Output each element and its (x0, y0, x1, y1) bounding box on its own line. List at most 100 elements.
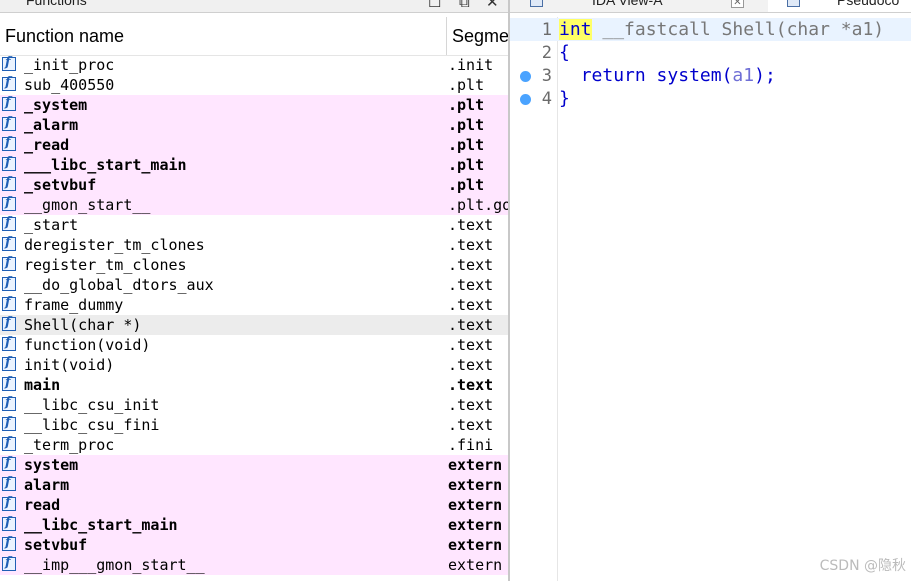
function-segment: extern (448, 516, 503, 534)
function-name: read (24, 496, 61, 514)
tab-strip: IDA View-A ✕ Pseudoco (510, 0, 911, 13)
close-icon[interactable]: ✕ (486, 0, 499, 11)
column-header-segment[interactable]: Segme (452, 26, 508, 47)
keyword-int: int (559, 19, 592, 40)
function-segment: .text (448, 316, 494, 334)
function-name: setvbuf (24, 536, 88, 554)
functions-pane: Functions ☐ ⧉ ✕ Function name Segme f _in… (0, 0, 508, 581)
function-row[interactable]: f _init_proc .init (0, 55, 508, 75)
function-row[interactable]: f _alarm .plt (0, 115, 508, 135)
function-row[interactable]: f ___libc_start_main .plt (0, 155, 508, 175)
function-row[interactable]: f sub_400550 .plt (0, 75, 508, 95)
function-row[interactable]: f read extern (0, 495, 508, 515)
function-row[interactable]: f setvbuf extern (0, 535, 508, 555)
function-row[interactable]: f _start .text (0, 215, 508, 235)
function-segment: .text (448, 276, 494, 294)
function-icon: f (2, 55, 16, 71)
open-brace: { (559, 42, 570, 63)
function-icon: f (2, 295, 16, 311)
breakpoint-dot-icon[interactable] (520, 71, 531, 82)
function-segment: .text (448, 416, 494, 434)
tab-ida-view-a[interactable]: IDA View-A (592, 0, 663, 8)
function-row[interactable]: f __imp___gmon_start__ extern (0, 555, 508, 575)
function-icon: f (2, 275, 16, 291)
function-icon: f (2, 215, 16, 231)
code-line-1[interactable]: 1 int __fastcall Shell(char *a1) (510, 18, 911, 41)
column-divider[interactable] (446, 17, 447, 55)
function-row[interactable]: f system extern (0, 455, 508, 475)
code-text[interactable]: int __fastcall Shell(char *a1) (559, 19, 884, 40)
watermark: CSDN @隐秋 (819, 558, 906, 574)
function-icon: f (2, 455, 16, 471)
function-icon: f (2, 335, 16, 351)
pseudocode-pane: IDA View-A ✕ Pseudoco 1 int __fastcall S… (510, 0, 911, 581)
functions-header-row: Function name Segme (0, 17, 508, 56)
function-segment: .plt (448, 176, 485, 194)
function-name: sub_400550 (24, 76, 115, 94)
function-row[interactable]: f _system .plt (0, 95, 508, 115)
tab-close-icon[interactable]: ✕ (731, 0, 744, 8)
function-row[interactable]: f __do_global_dtors_aux .text (0, 275, 508, 295)
function-row[interactable]: f __libc_csu_fini .text (0, 415, 508, 435)
function-name: frame_dummy (24, 296, 124, 314)
function-segment: .plt (448, 156, 485, 174)
function-row[interactable]: f _read .plt (0, 135, 508, 155)
function-name: alarm (24, 476, 70, 494)
function-row[interactable]: f init(void) .text (0, 355, 508, 375)
function-icon: f (2, 95, 16, 111)
column-header-function-name[interactable]: Function name (5, 26, 124, 47)
function-row[interactable]: f __libc_start_main extern (0, 515, 508, 535)
function-name: __imp___gmon_start__ (24, 556, 205, 574)
function-icon: f (2, 75, 16, 91)
code-text[interactable]: return system(a1); (559, 65, 776, 86)
function-name: ___libc_start_main (24, 156, 187, 174)
function-row[interactable]: f function(void) .text (0, 335, 508, 355)
function-icon: f (2, 515, 16, 531)
function-segment: extern (448, 496, 503, 514)
breakpoint-dot-icon[interactable] (520, 94, 531, 105)
function-icon: f (2, 135, 16, 151)
code-line-2[interactable]: 2 { (510, 41, 911, 64)
keyword-return: return (580, 65, 646, 86)
function-icon: f (2, 435, 16, 451)
function-row[interactable]: f __libc_csu_init .text (0, 395, 508, 415)
function-name: __gmon_start__ (24, 196, 151, 214)
function-segment: .text (448, 396, 494, 414)
code-line-3[interactable]: 3 return system(a1); (510, 64, 911, 87)
function-row[interactable]: f main .text (0, 375, 508, 395)
function-icon: f (2, 395, 16, 411)
function-icon: f (2, 555, 16, 571)
function-row[interactable]: f __gmon_start__ .plt.go (0, 195, 508, 215)
function-icon: f (2, 235, 16, 251)
function-name: system (24, 456, 79, 474)
function-name: _init_proc (24, 56, 115, 74)
function-segment: extern (448, 476, 503, 494)
call-system: system( (645, 65, 733, 86)
float-window-icon[interactable]: ⧉ (459, 0, 470, 11)
function-name: _read (24, 136, 70, 154)
line-number: 4 (541, 89, 552, 109)
function-row[interactable]: f alarm extern (0, 475, 508, 495)
function-icon: f (2, 495, 16, 511)
function-row[interactable]: f register_tm_clones .text (0, 255, 508, 275)
function-segment: extern (448, 556, 503, 574)
function-row[interactable]: f _setvbuf .plt (0, 175, 508, 195)
code-line-4[interactable]: 4 } (510, 87, 911, 110)
function-name: function(void) (24, 336, 151, 354)
function-icon: f (2, 255, 16, 271)
function-segment: .plt (448, 76, 485, 94)
function-row[interactable]: f Shell(char *) .text (0, 315, 508, 335)
ida-view-tab-icon (530, 0, 543, 7)
function-icon: f (2, 355, 16, 371)
function-row[interactable]: f _term_proc .fini (0, 435, 508, 455)
function-row[interactable]: f deregister_tm_clones .text (0, 235, 508, 255)
function-icon: f (2, 175, 16, 191)
function-name: init(void) (24, 356, 115, 374)
function-name: _system (24, 96, 88, 114)
function-icon: f (2, 195, 16, 211)
tab-pseudocode[interactable]: Pseudoco (837, 0, 899, 8)
function-row[interactable]: f frame_dummy .text (0, 295, 508, 315)
function-icon: f (2, 475, 16, 491)
line-number: 2 (541, 43, 552, 63)
minimize-icon[interactable]: ☐ (428, 0, 441, 11)
